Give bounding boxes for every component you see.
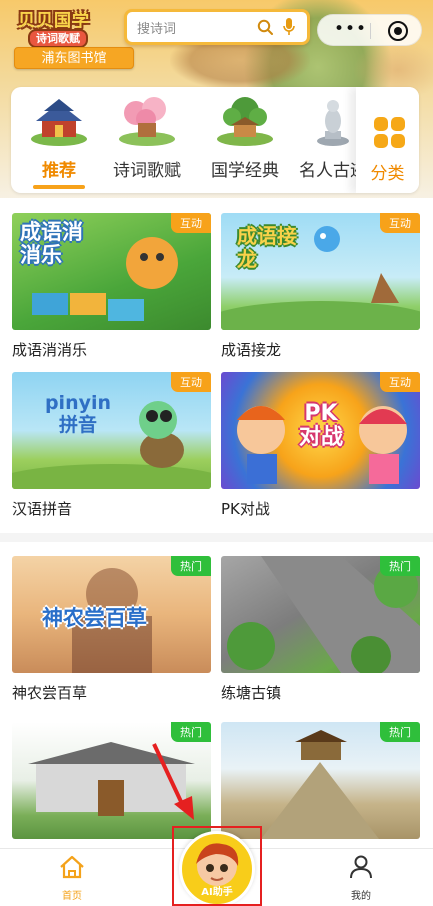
close-miniprogram-icon[interactable] <box>388 21 408 41</box>
game-badge: 互动 <box>380 372 420 392</box>
game-title[interactable]: 成语接龙 <box>221 339 420 360</box>
tab-mine-label: 我的 <box>351 891 371 902</box>
category-label: 国学经典 <box>211 161 279 181</box>
game-card[interactable]: PK 对战 互动 PK对战 <box>221 372 420 519</box>
category-tab-recommend[interactable]: 推荐 <box>19 93 99 189</box>
game-art-title: PK 对战 <box>298 401 343 450</box>
game-title[interactable]: 成语消消乐 <box>12 339 211 360</box>
search-placeholder[interactable]: 搜诗词 <box>137 18 176 37</box>
grid-icon <box>374 117 406 149</box>
category-label: 诗词歌赋 <box>113 161 181 181</box>
hot-badge: 热门 <box>171 722 211 742</box>
hot-thumbnail[interactable]: 热门 <box>221 556 420 673</box>
library-tag[interactable]: 浦东图书馆 <box>14 47 134 69</box>
game-art-title: pinyin 拼音 <box>44 392 112 436</box>
game-card[interactable]: 成语接龙 互动 成语接龙 <box>221 213 420 360</box>
hot-card[interactable]: 热门 <box>221 722 420 839</box>
game-art-title: 成语接龙 <box>237 224 297 271</box>
hot-badge: 热门 <box>171 556 211 576</box>
game-title[interactable]: 汉语拼音 <box>12 498 211 519</box>
active-tab-indicator <box>33 185 85 189</box>
tab-home[interactable]: 首页 <box>32 855 112 902</box>
hot-badge: 热门 <box>380 556 420 576</box>
game-badge: 互动 <box>380 213 420 233</box>
tree-house-icon <box>217 97 273 146</box>
annotation-highlight-box <box>172 826 262 906</box>
game-thumbnail[interactable]: 成语消消乐 互动 <box>12 213 211 330</box>
category-panel: 推荐 诗词歌赋 国学经典 名人古迹 分类 <box>11 87 419 193</box>
annotation-arrow <box>152 743 194 820</box>
game-badge: 互动 <box>171 372 211 392</box>
hot-thumbnail[interactable]: 热门 <box>221 722 420 839</box>
hot-title[interactable]: 练塘古镇 <box>221 682 420 703</box>
category-tab-classics[interactable]: 国学经典 <box>193 93 297 189</box>
hot-title[interactable]: 神农尝百草 <box>12 682 211 703</box>
tab-home-label: 首页 <box>62 891 82 902</box>
search-bar[interactable]: 搜诗词 <box>124 9 310 45</box>
tab-mine[interactable]: 我的 <box>321 855 401 902</box>
capsule-divider <box>370 23 371 39</box>
game-title[interactable]: PK对战 <box>221 498 420 519</box>
hot-section: 神农尝百草 热门 神农尝百草 热门 练塘古镇 热门 热门 <box>0 542 433 848</box>
category-more-label: 分类 <box>370 164 405 184</box>
game-badge: 互动 <box>171 213 211 233</box>
game-art-title: 成语消消乐 <box>20 220 83 267</box>
home-icon <box>60 855 84 879</box>
game-thumbnail[interactable]: PK 对战 互动 <box>221 372 420 489</box>
game-thumbnail[interactable]: pinyin 拼音 互动 <box>12 372 211 489</box>
microphone-icon[interactable] <box>282 17 296 37</box>
temple-icon <box>31 99 87 146</box>
user-icon <box>350 855 372 879</box>
category-more-button[interactable]: 分类 <box>356 87 419 193</box>
game-card[interactable]: pinyin 拼音 互动 汉语拼音 <box>12 372 211 519</box>
category-label: 推荐 <box>42 161 76 181</box>
search-icon[interactable] <box>257 19 273 35</box>
interactive-games-section: 成语消消乐 互动 成语消消乐 成语接龙 互动 成语接龙 pinyin 拼音 互动… <box>0 198 433 533</box>
app-logo: 贝贝国学 诗词歌赋 <box>18 6 133 48</box>
logo-subtitle: 诗词歌赋 <box>28 29 88 48</box>
game-card[interactable]: 成语消消乐 互动 成语消消乐 <box>12 213 211 360</box>
game-thumbnail[interactable]: 成语接龙 互动 <box>221 213 420 330</box>
more-options-icon[interactable]: ••• <box>334 19 367 39</box>
category-tab-poetry[interactable]: 诗词歌赋 <box>97 93 197 189</box>
hot-badge: 热门 <box>380 722 420 742</box>
hot-card[interactable]: 神农尝百草 热门 神农尝百草 <box>12 556 211 703</box>
blossom-garden-icon <box>119 97 175 146</box>
statue-icon <box>317 100 349 146</box>
hot-thumbnail[interactable]: 神农尝百草 热门 <box>12 556 211 673</box>
hot-card[interactable]: 热门 练塘古镇 <box>221 556 420 703</box>
logo-title: 贝贝国学 <box>18 11 90 31</box>
miniprogram-capsule: ••• <box>317 14 422 46</box>
hot-art-title: 神农尝百草 <box>42 606 147 630</box>
